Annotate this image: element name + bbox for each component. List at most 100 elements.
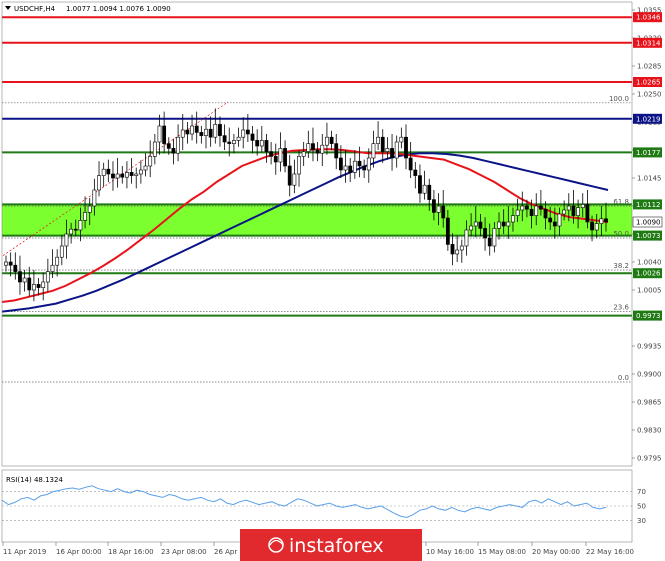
- candle-body: [297, 156, 301, 175]
- candle-body: [83, 212, 87, 221]
- candle-body: [185, 129, 190, 135]
- candle-body: [436, 205, 441, 213]
- candle-body: [208, 128, 213, 138]
- candle-body: [78, 220, 83, 231]
- candle-body: [366, 157, 371, 171]
- candle-body: [180, 129, 185, 138]
- candle-body: [427, 184, 432, 200]
- price-tag-label: 1.0346: [636, 14, 661, 22]
- price-tag-label: 1.0265: [636, 79, 661, 87]
- candle-body: [134, 173, 139, 176]
- price-tag-label: 1.0090: [636, 219, 661, 227]
- candle-body: [125, 172, 129, 178]
- fib-label: 38.2: [613, 262, 629, 270]
- candle-body: [315, 149, 320, 154]
- fib-label: 50.0: [613, 230, 629, 238]
- candle-body: [571, 205, 576, 216]
- candle-body: [492, 228, 497, 247]
- candle-body: [455, 249, 460, 255]
- candle-body: [473, 221, 478, 227]
- candle-body: [376, 136, 380, 144]
- candle-body: [543, 208, 548, 219]
- price-tag-label: 1.0073: [636, 232, 661, 240]
- candle-body: [548, 217, 553, 223]
- candle-body: [227, 141, 232, 144]
- candle-body: [22, 277, 27, 283]
- candle-body: [101, 168, 106, 176]
- candle-body: [362, 165, 367, 171]
- candle-body: [4, 261, 8, 266]
- candle-body: [120, 173, 125, 178]
- y-tick-label: 1.0005: [637, 287, 662, 295]
- candle-body: [232, 140, 236, 144]
- price-tag-label: 1.0177: [636, 149, 661, 157]
- x-tick-label: 11 Apr 2019: [3, 548, 46, 556]
- y-tick-label: 1.0250: [637, 91, 662, 99]
- watermark: instaforex: [240, 529, 422, 561]
- ohlc-label: 1.0077 1.0094 1.0076 1.0090: [66, 5, 171, 13]
- candle-body: [590, 221, 594, 231]
- candle-body: [241, 129, 246, 138]
- candle-body: [236, 136, 241, 141]
- candle-body: [469, 225, 474, 231]
- candle-body: [399, 136, 404, 143]
- candle-body: [311, 143, 315, 151]
- chart-background: [0, 0, 665, 561]
- candle-body: [138, 169, 143, 175]
- candle-body: [576, 207, 580, 216]
- y-tick-label: 0.9900: [637, 371, 662, 379]
- candle-body: [45, 271, 50, 283]
- x-tick-label: 15 May 08:00: [478, 548, 526, 556]
- candle-body: [129, 172, 134, 176]
- y-tick-label: 0.9795: [637, 455, 662, 463]
- candle-body: [515, 209, 520, 216]
- candle-body: [269, 151, 274, 157]
- candle-body: [343, 165, 348, 171]
- x-tick-label: 23 Apr 08:00: [161, 548, 207, 556]
- candle-body: [301, 151, 306, 157]
- candle-body: [348, 165, 353, 173]
- candle-body: [259, 140, 264, 147]
- candle-body: [194, 125, 199, 133]
- candle-body: [32, 284, 36, 291]
- candle-body: [464, 229, 469, 247]
- candle-body: [371, 143, 376, 159]
- candle-body: [222, 135, 227, 143]
- candle-body: [218, 124, 222, 136]
- candle-body: [450, 244, 455, 255]
- candle-body: [55, 256, 60, 266]
- candle-body: [432, 199, 436, 213]
- candle-body: [87, 205, 92, 213]
- chart-header: USDCHF,H4 1.0077 1.0094 1.0076 1.0090: [5, 5, 171, 13]
- price-tag-label: 1.0314: [636, 39, 661, 47]
- candle-body: [106, 168, 111, 175]
- candle-body: [190, 125, 194, 135]
- candle-body: [176, 136, 180, 154]
- candle-body: [245, 129, 250, 135]
- candle-body: [380, 136, 385, 152]
- candle-body: [27, 277, 32, 291]
- watermark-text: instaforex: [289, 535, 384, 557]
- candle-body: [585, 204, 590, 223]
- candle-body: [538, 205, 543, 210]
- candle-body: [171, 148, 176, 154]
- candle-body: [143, 165, 148, 171]
- y-tick-label: 0.9865: [637, 399, 662, 407]
- candle-body: [506, 221, 511, 227]
- candle-body: [278, 148, 283, 163]
- candle-body: [213, 124, 218, 138]
- candle-body: [534, 205, 539, 216]
- candle-body: [329, 136, 334, 144]
- y-tick-label: 1.0145: [637, 175, 662, 183]
- candle-body: [115, 173, 120, 179]
- candle-body: [264, 140, 269, 152]
- candle-body: [287, 165, 292, 186]
- candle-body: [459, 245, 464, 251]
- rsi-title: RSI(14) 48.1324: [6, 476, 63, 484]
- rsi-tick-label: 50: [637, 503, 646, 511]
- x-tick-label: 10 May 16:00: [426, 548, 474, 556]
- candle-body: [157, 125, 162, 143]
- candle-body: [334, 143, 339, 159]
- candle-body: [445, 217, 450, 245]
- candle-body: [320, 144, 325, 154]
